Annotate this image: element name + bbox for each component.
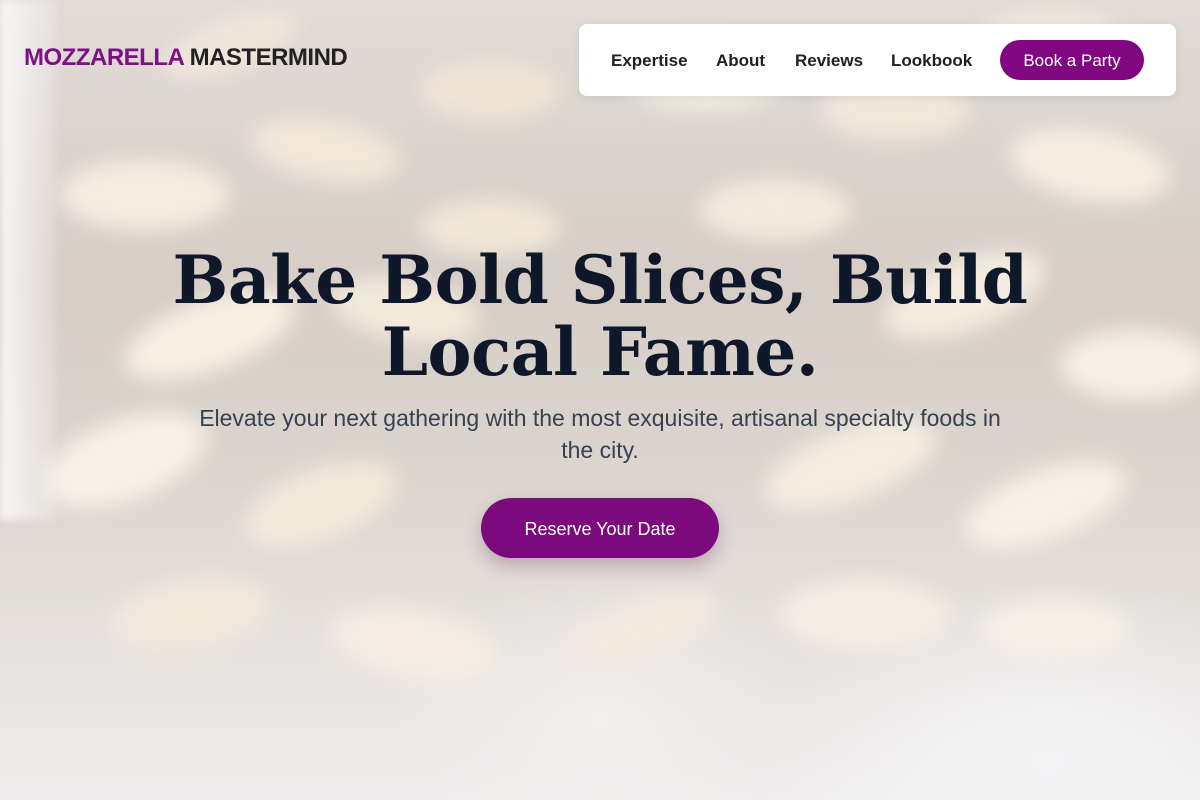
hero-subtitle: Elevate your next gathering with the mos… (199, 405, 1001, 463)
brand-logo-accent: MOZZARELLA (24, 44, 184, 71)
nav-link-expertise[interactable]: Expertise (611, 51, 688, 71)
nav-link-reviews[interactable]: Reviews (795, 51, 863, 71)
hero-title-line1: Bake Bold Slices, Build (172, 241, 1028, 319)
reserve-date-button[interactable]: Reserve Your Date (481, 498, 719, 558)
hero-title-line2: Local Fame. (381, 313, 819, 391)
brand-logo-rest: MASTERMIND (189, 44, 348, 71)
book-party-button[interactable]: Book a Party (1000, 40, 1144, 80)
brand-logo[interactable]: MOZZARELLA MASTERMIND (24, 44, 348, 72)
nav-link-about[interactable]: About (716, 51, 765, 71)
hero-overlay (0, 0, 1200, 800)
hero-title: Bake Bold Slices, Build Local Fame. (150, 244, 1050, 388)
nav-link-lookbook[interactable]: Lookbook (891, 51, 972, 71)
main-nav: Expertise About Reviews Lookbook Book a … (579, 24, 1176, 96)
